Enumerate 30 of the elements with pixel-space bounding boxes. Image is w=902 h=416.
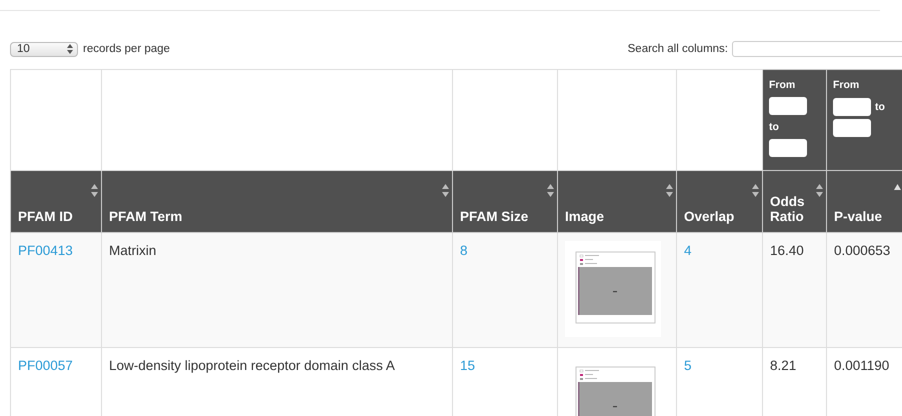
table-cell: Matrixin (102, 232, 452, 348)
column-header[interactable]: PFAM ID (10, 170, 102, 232)
sort-icon[interactable] (666, 184, 673, 197)
column-header[interactable]: P-value (826, 170, 902, 232)
column-header[interactable]: PFAM Term (102, 170, 452, 232)
filter-input[interactable] (833, 119, 871, 137)
filter-label: From (833, 78, 860, 93)
table-cell: 16.40 (762, 232, 826, 348)
filter-input[interactable] (833, 98, 871, 116)
column-header[interactable]: PFAM Size (452, 170, 558, 232)
sort-icon[interactable] (816, 184, 823, 197)
filter-input[interactable] (769, 97, 807, 115)
spinner-icon (67, 44, 73, 54)
sort-icon[interactable] (442, 184, 449, 197)
search-field[interactable] (732, 41, 902, 57)
sort-icon[interactable] (91, 184, 98, 197)
sort-icon[interactable] (752, 184, 759, 197)
filter-label: to (769, 120, 779, 135)
search-label: Search all columns: (628, 43, 728, 55)
table-cell: 0.000653 (826, 232, 902, 348)
filter-label: From (769, 78, 796, 93)
column-header[interactable]: Image (558, 170, 676, 232)
sort-icon[interactable] (547, 184, 554, 197)
sort-ascending-icon[interactable] (894, 184, 901, 190)
filter-input[interactable] (769, 139, 807, 157)
filter-label: to (875, 100, 885, 115)
records-per-page-select[interactable]: 10 (10, 42, 78, 56)
column-header[interactable]: Overlap (676, 170, 762, 232)
column-header[interactable]: Odds Ratio (762, 170, 826, 232)
records-per-page-label: records per page (83, 43, 170, 55)
